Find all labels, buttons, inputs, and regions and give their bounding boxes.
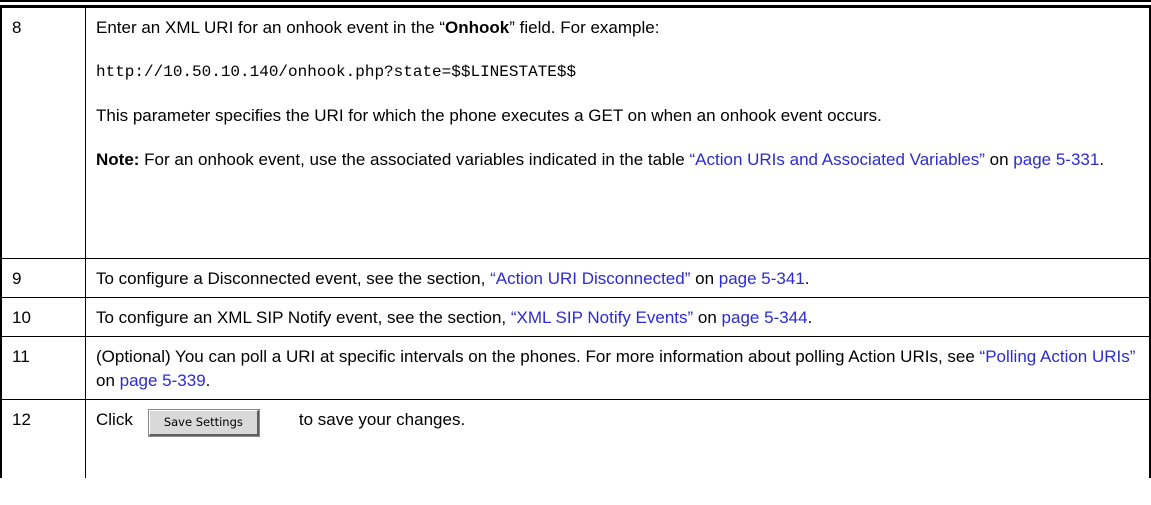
step-row: 11 (Optional) You can poll a URI at spec… (0, 336, 1151, 400)
step-text: To configure a Disconnected event, see t… (96, 269, 491, 288)
top-rule (0, 0, 1151, 2)
page-link[interactable]: page 5-341 (719, 269, 805, 288)
note: Note: For an onhook event, use the assoc… (96, 148, 1139, 172)
page-link[interactable]: page 5-344 (722, 308, 808, 327)
step-number: 12 (0, 399, 86, 478)
step-row: 9 To configure a Disconnected event, see… (0, 258, 1151, 298)
step-row: 12 Click Save Settings to save your change… (0, 399, 1151, 478)
steps-table: 8 Enter an XML URI for an onhook event i… (0, 7, 1151, 478)
step-text: (Optional) You can poll a URI at specifi… (96, 347, 980, 366)
section-link[interactable]: “XML SIP Notify Events” (511, 308, 693, 327)
code-example: http://10.50.10.140/onhook.php?state=$$L… (96, 63, 577, 81)
step-content: To configure a Disconnected event, see t… (85, 258, 1151, 298)
intro-text: Enter an XML URI for an onhook event in … (96, 18, 446, 37)
section-link[interactable]: “Polling Action URIs” (980, 347, 1136, 366)
step-number: 9 (0, 258, 86, 298)
note-label: Note: (96, 150, 140, 169)
step-row: 10 To configure an XML SIP Notify event,… (0, 297, 1151, 337)
on-text: on (96, 371, 120, 390)
step-number: 10 (0, 297, 86, 337)
on-text: on (690, 269, 719, 288)
step-text: to save your changes. (298, 410, 466, 429)
page-link[interactable]: page 5-331 (1013, 150, 1099, 169)
intro-text-end: ” field. For example: (509, 18, 660, 37)
step-row: 8 Enter an XML URI for an onhook event i… (0, 7, 1151, 259)
step-content: Enter an XML URI for an onhook event in … (85, 7, 1151, 259)
step-content: To configure an XML SIP Notify event, se… (85, 297, 1151, 337)
table-link[interactable]: “Action URIs and Associated Variables” (689, 150, 984, 169)
step-description: This parameter specifies the URI for whi… (96, 106, 882, 125)
click-text: Click (96, 410, 133, 429)
field-name: Onhook (445, 18, 510, 37)
on-text: on (984, 150, 1014, 169)
step-content: (Optional) You can poll a URI at specifi… (85, 336, 1151, 400)
period: . (807, 308, 813, 327)
page-link[interactable]: page 5-339 (120, 371, 206, 390)
step-text: To configure an XML SIP Notify event, se… (96, 308, 511, 327)
step-number: 11 (0, 336, 86, 400)
save-settings-button[interactable]: Save Settings (147, 409, 260, 437)
step-number: 8 (0, 7, 86, 259)
on-text: on (693, 308, 722, 327)
period: . (804, 269, 810, 288)
section-link[interactable]: “Action URI Disconnected” (490, 269, 690, 288)
step-content: Click Save Settings to save your changes. (85, 399, 1151, 478)
step-intro: Enter an XML URI for an onhook event in … (96, 16, 1139, 40)
note-text: For an onhook event, use the associated … (139, 150, 690, 169)
period: . (1099, 150, 1105, 169)
period: . (205, 371, 211, 390)
